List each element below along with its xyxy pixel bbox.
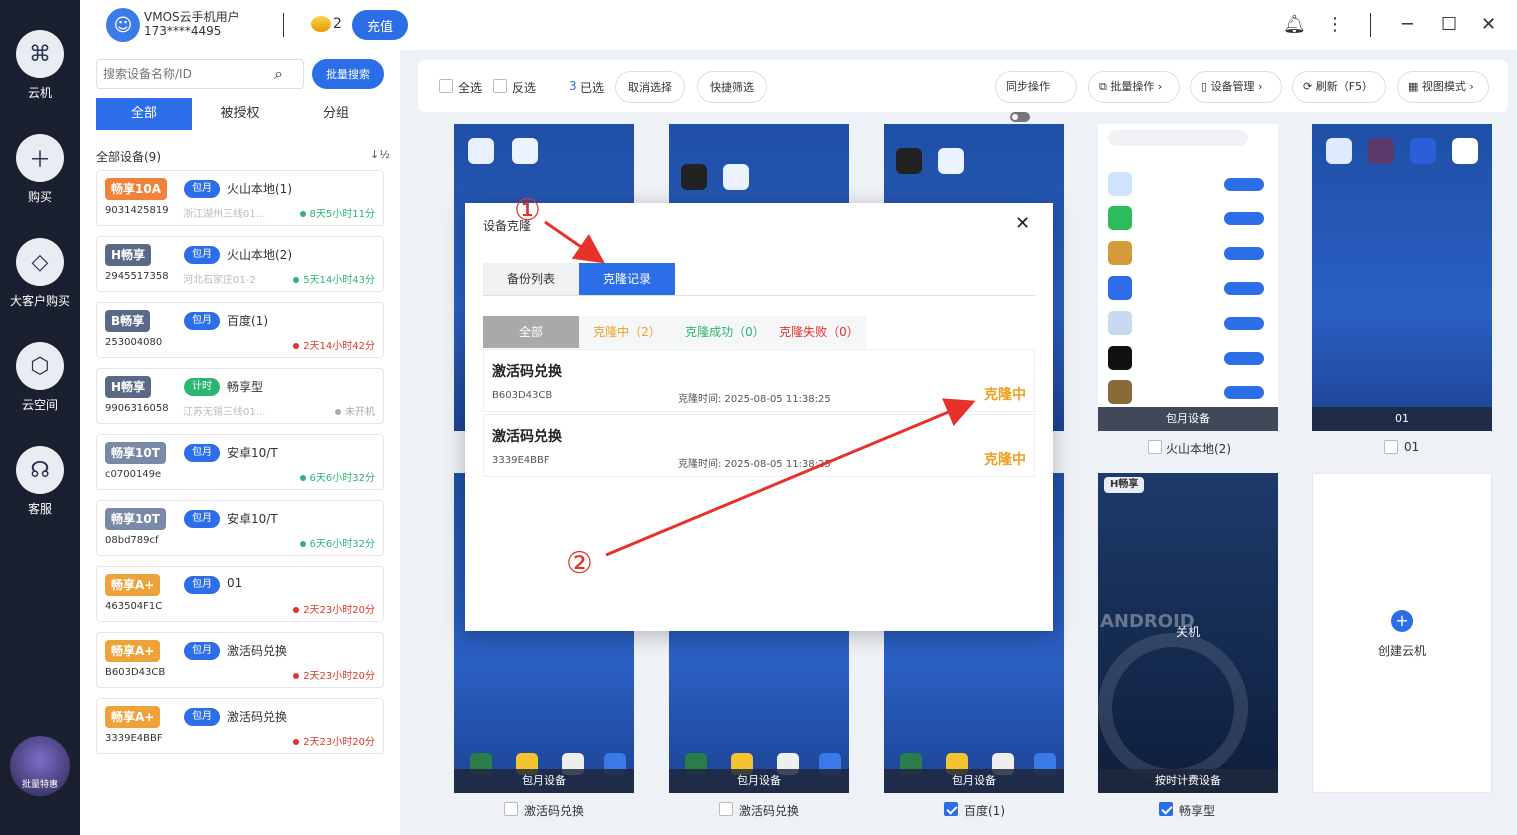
annotation-arrows: [544, 220, 976, 557]
arrow-to-status: [605, 398, 976, 557]
arrow-to-clone-tab: [544, 220, 605, 264]
